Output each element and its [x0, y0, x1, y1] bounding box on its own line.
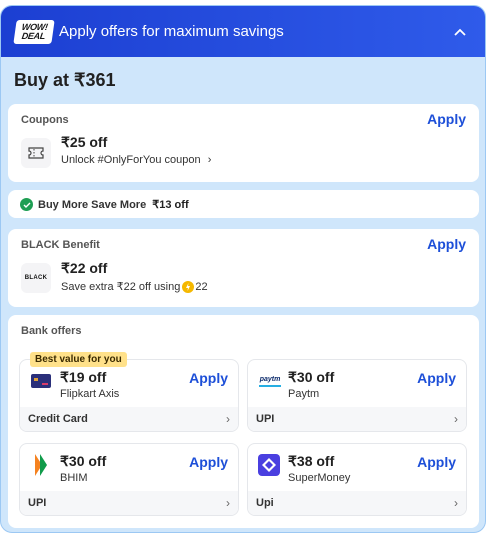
paytm-logo-bar: [259, 384, 281, 387]
bank-tile-footer[interactable]: UPI ›: [20, 491, 238, 515]
bank-tile-flipkart-axis[interactable]: ₹19 off Flipkart Axis Apply Credit Card …: [19, 359, 239, 432]
header-title: Apply offers for maximum savings: [59, 23, 284, 40]
chevron-right-icon: ›: [454, 496, 458, 510]
supermoney-logo-icon: [258, 454, 280, 476]
payment-type-label: UPI: [28, 497, 47, 509]
black-benefit-label: BLACK Benefit: [21, 239, 100, 251]
supercoin-icon: [182, 280, 195, 293]
chevron-up-icon[interactable]: [449, 21, 471, 43]
coupons-label: Coupons: [21, 114, 69, 126]
chevron-right-icon: ›: [207, 154, 212, 166]
bmsm-label: Buy More Save More: [38, 199, 147, 211]
black-amount: ₹22 off: [61, 260, 108, 276]
buy-at-price: Buy at ₹361: [14, 70, 116, 90]
payment-type-label: UPI: [256, 413, 275, 425]
chevron-right-icon: ›: [226, 496, 230, 510]
chevron-right-icon: ›: [454, 412, 458, 426]
bmsm-text: Buy More Save More ₹13 off: [38, 198, 189, 211]
black-subtitle: Save extra ₹22 off using: [61, 281, 181, 293]
bank-offers-label: Bank offers: [21, 325, 82, 337]
black-subtitle-row: Save extra ₹22 off using 22: [61, 280, 208, 293]
offers-card: WOW! DEAL Apply offers for maximum savin…: [0, 5, 486, 533]
coupons-panel: Coupons Apply ₹25 off Unlock #OnlyForYou…: [8, 104, 479, 182]
bank-tile-supermoney[interactable]: ₹38 off SuperMoney Apply Upi ›: [247, 443, 467, 516]
coupon-amount: ₹25 off: [61, 134, 108, 150]
ticket-icon: [21, 138, 51, 168]
bank-tile-amount: ₹38 off: [288, 453, 335, 469]
bank-tile-name: SuperMoney: [288, 472, 351, 484]
black-logo: BLACK: [21, 263, 51, 293]
badge-line-2: DEAL: [21, 30, 46, 41]
bank-tile-name: Paytm: [288, 388, 320, 400]
coupon-subtitle-link[interactable]: Unlock #OnlyForYou coupon ›: [61, 154, 211, 166]
bank-tile-bhim[interactable]: ₹30 off BHIM Apply UPI ›: [19, 443, 239, 516]
bank-apply-button[interactable]: Apply: [189, 370, 228, 386]
bmsm-panel: Buy More Save More ₹13 off: [8, 190, 479, 218]
black-coins: 22: [195, 280, 208, 293]
bank-tile-footer[interactable]: Upi ›: [248, 491, 466, 515]
black-logo-text: BLACK: [24, 275, 48, 281]
bank-tile-amount: ₹30 off: [288, 369, 335, 385]
bank-apply-button[interactable]: Apply: [417, 454, 456, 470]
check-circle-icon: [20, 198, 33, 211]
payment-type-label: Credit Card: [28, 413, 88, 425]
bank-tile-name: Flipkart Axis: [60, 388, 120, 400]
bank-tile-amount: ₹30 off: [60, 453, 107, 469]
bank-tile-footer[interactable]: Credit Card ›: [20, 407, 238, 431]
black-benefit-panel: BLACK Benefit Apply BLACK ₹22 off Save e…: [8, 229, 479, 307]
bank-tile-amount: ₹19 off: [60, 369, 107, 385]
bank-apply-button[interactable]: Apply: [417, 370, 456, 386]
bhim-logo-icon: [30, 454, 52, 476]
coupon-subtitle: Unlock #OnlyForYou coupon: [61, 154, 201, 166]
bank-tile-paytm[interactable]: paytm ₹30 off Paytm Apply UPI ›: [247, 359, 467, 432]
bank-tile-name: BHIM: [60, 472, 88, 484]
best-value-badge: Best value for you: [30, 352, 127, 367]
wow-deal-badge: WOW! DEAL: [13, 19, 55, 44]
bank-tile-footer[interactable]: UPI ›: [248, 407, 466, 431]
black-apply-button[interactable]: Apply: [427, 236, 466, 252]
offers-header[interactable]: WOW! DEAL Apply offers for maximum savin…: [1, 6, 485, 57]
paytm-logo: paytm: [258, 370, 282, 392]
bmsm-amount: ₹13 off: [152, 199, 189, 211]
credit-card-icon: [30, 370, 52, 392]
paytm-logo-text: paytm: [259, 375, 281, 383]
chevron-right-icon: ›: [226, 412, 230, 426]
bank-apply-button[interactable]: Apply: [189, 454, 228, 470]
coupons-apply-button[interactable]: Apply: [427, 111, 466, 127]
payment-type-label: Upi: [256, 497, 274, 509]
